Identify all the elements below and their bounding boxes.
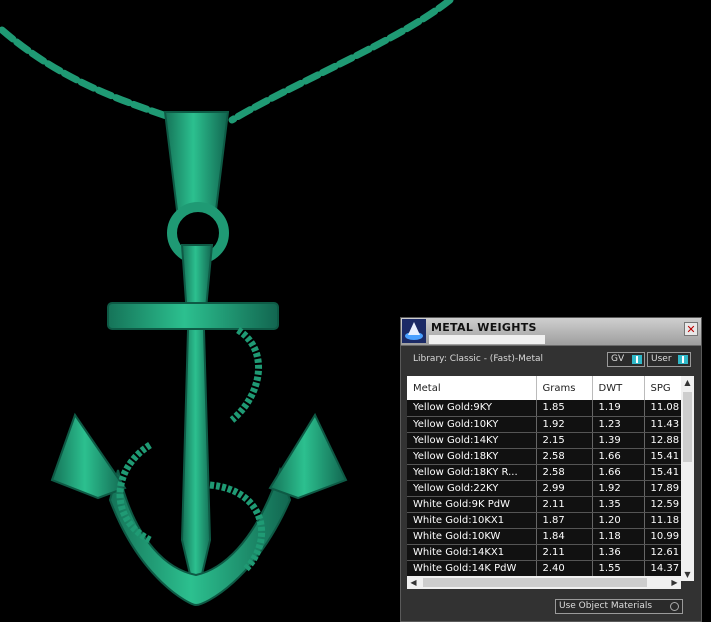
horizontal-scrollbar[interactable]: ◀ ▶ bbox=[407, 576, 681, 589]
column-header[interactable]: Metal bbox=[407, 376, 537, 400]
table-cell: 2.40 bbox=[536, 560, 593, 577]
table-cell: 1.85 bbox=[536, 400, 593, 417]
table-row[interactable]: Yellow Gold:18KY R... 2.58 1.66 15.41 bbox=[407, 464, 685, 481]
table-cell: 17.89 bbox=[644, 480, 685, 497]
table-row[interactable]: White Gold:14KX1 2.11 1.36 12.61 bbox=[407, 544, 685, 561]
metal-table-container[interactable]: Metal Grams DWT SPG Yellow Gold:9KY 1.85 1… bbox=[407, 376, 685, 581]
table-cell: 1.19 bbox=[592, 400, 645, 417]
table-row[interactable]: Yellow Gold:9KY 1.85 1.19 11.08 bbox=[407, 400, 685, 417]
anchor-fluke-right bbox=[268, 412, 348, 500]
table-cell: Yellow Gold:14KY bbox=[407, 432, 537, 449]
table-cell: Yellow Gold:9KY bbox=[407, 400, 537, 417]
table-cell: White Gold:9K PdW bbox=[407, 496, 537, 513]
table-cell: 10.99 bbox=[644, 528, 685, 545]
metal-table: Metal Grams DWT SPG Yellow Gold:9KY 1.85 1… bbox=[407, 376, 685, 577]
vertical-scrollbar[interactable]: ▲ ▼ bbox=[681, 376, 694, 581]
scroll-right-icon[interactable]: ▶ bbox=[668, 576, 681, 589]
scroll-down-icon[interactable]: ▼ bbox=[681, 568, 694, 581]
table-cell: 2.11 bbox=[536, 496, 593, 513]
table-cell: 2.15 bbox=[536, 432, 593, 449]
scroll-thumb[interactable] bbox=[683, 392, 692, 462]
use-object-materials-label: Use Object Materials bbox=[559, 601, 653, 611]
table-row[interactable]: Yellow Gold:22KY 2.99 1.92 17.89 bbox=[407, 480, 685, 497]
column-header[interactable]: SPG bbox=[644, 376, 685, 400]
table-cell: Yellow Gold:18KY bbox=[407, 448, 537, 465]
table-cell: 1.20 bbox=[592, 512, 645, 529]
panel-title: METAL WEIGHTS bbox=[431, 321, 537, 334]
panel-titlebar[interactable]: METAL WEIGHTS ✕ bbox=[401, 318, 701, 346]
table-cell: 14.37 bbox=[644, 560, 685, 577]
table-cell: Yellow Gold:10KY bbox=[407, 416, 537, 433]
table-cell: White Gold:14K PdW bbox=[407, 560, 537, 577]
toggle-switch-icon bbox=[632, 355, 642, 364]
table-row[interactable]: Yellow Gold:10KY 1.92 1.23 11.43 bbox=[407, 416, 685, 433]
table-cell: White Gold:14KX1 bbox=[407, 544, 537, 561]
user-toggle[interactable]: User bbox=[647, 352, 691, 367]
table-cell: 11.18 bbox=[644, 512, 685, 529]
table-cell: 15.41 bbox=[644, 448, 685, 465]
table-cell: 1.87 bbox=[536, 512, 593, 529]
title-strip bbox=[429, 335, 545, 344]
table-cell: 1.55 bbox=[592, 560, 645, 577]
toggle-switch-icon bbox=[678, 355, 688, 364]
chain bbox=[0, 0, 454, 124]
gv-toggle-label: GV bbox=[611, 354, 625, 364]
table-cell: 1.23 bbox=[592, 416, 645, 433]
table-cell: 1.84 bbox=[536, 528, 593, 545]
scroll-left-icon[interactable]: ◀ bbox=[407, 576, 420, 589]
table-cell: Yellow Gold:18KY R... bbox=[407, 464, 537, 481]
column-header[interactable]: Grams bbox=[536, 376, 593, 400]
table-cell: 12.88 bbox=[644, 432, 685, 449]
table-row[interactable]: Yellow Gold:18KY 2.58 1.66 15.41 bbox=[407, 448, 685, 465]
table-cell: 1.66 bbox=[592, 464, 645, 481]
table-cell: Yellow Gold:22KY bbox=[407, 480, 537, 497]
table-row[interactable]: White Gold:9K PdW 2.11 1.35 12.59 bbox=[407, 496, 685, 513]
scroll-thumb[interactable] bbox=[423, 578, 647, 587]
table-cell: White Gold:10KW bbox=[407, 528, 537, 545]
table-cell: 1.18 bbox=[592, 528, 645, 545]
anchor-fluke-left bbox=[50, 412, 127, 500]
app-logo-icon bbox=[402, 319, 426, 343]
table-cell: 1.66 bbox=[592, 448, 645, 465]
table-header-row: Metal Grams DWT SPG bbox=[407, 376, 685, 400]
column-header[interactable]: DWT bbox=[592, 376, 645, 400]
table-cell: 1.92 bbox=[592, 480, 645, 497]
table-cell: 12.61 bbox=[644, 544, 685, 561]
table-cell: 11.43 bbox=[644, 416, 685, 433]
table-cell: 2.11 bbox=[536, 544, 593, 561]
library-label: Library: Classic - (Fast)-Metal bbox=[413, 354, 544, 364]
table-cell: 2.99 bbox=[536, 480, 593, 497]
table-cell: 1.92 bbox=[536, 416, 593, 433]
use-object-materials-toggle[interactable]: Use Object Materials bbox=[555, 599, 683, 614]
table-cell: 15.41 bbox=[644, 464, 685, 481]
table-cell: 11.08 bbox=[644, 400, 685, 417]
scroll-up-icon[interactable]: ▲ bbox=[681, 376, 694, 389]
table-cell: 1.35 bbox=[592, 496, 645, 513]
table-row[interactable]: White Gold:14K PdW 2.40 1.55 14.37 bbox=[407, 560, 685, 577]
bail bbox=[163, 111, 230, 211]
table-cell: White Gold:10KX1 bbox=[407, 512, 537, 529]
table-row[interactable]: White Gold:10KX1 1.87 1.20 11.18 bbox=[407, 512, 685, 529]
table-cell: 1.39 bbox=[592, 432, 645, 449]
anchor-shank bbox=[180, 244, 214, 601]
table-row[interactable]: Yellow Gold:14KY 2.15 1.39 12.88 bbox=[407, 432, 685, 449]
radio-icon bbox=[670, 602, 679, 611]
gv-toggle[interactable]: GV bbox=[607, 352, 645, 367]
close-icon[interactable]: ✕ bbox=[684, 322, 698, 336]
anchor-crossbar bbox=[107, 302, 279, 330]
table-row[interactable]: White Gold:10KW 1.84 1.18 10.99 bbox=[407, 528, 685, 545]
table-cell: 12.59 bbox=[644, 496, 685, 513]
table-cell: 2.58 bbox=[536, 448, 593, 465]
metal-weights-panel: METAL WEIGHTS ✕ Library: Classic - (Fast… bbox=[400, 317, 702, 622]
user-toggle-label: User bbox=[651, 354, 672, 364]
table-cell: 1.36 bbox=[592, 544, 645, 561]
table-cell: 2.58 bbox=[536, 464, 593, 481]
